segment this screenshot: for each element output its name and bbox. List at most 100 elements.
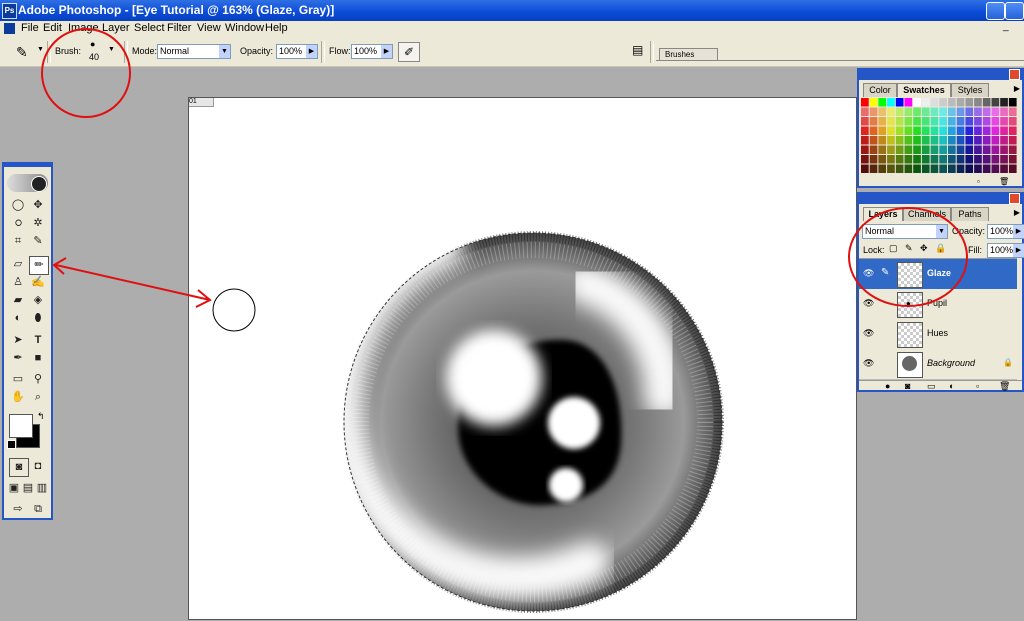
fill-input[interactable]: 100% ▶ [987,243,1024,258]
layer-style-icon[interactable]: ● [885,381,890,391]
swatch[interactable] [904,126,913,136]
swatch[interactable] [861,136,869,145]
palette-menu-icon[interactable]: ▶ [1014,208,1020,217]
swatch[interactable] [948,107,956,117]
swatch[interactable] [1000,126,1008,136]
swatch[interactable] [982,117,991,126]
swatch[interactable] [1008,136,1017,145]
swatch[interactable] [913,164,921,174]
swatch[interactable] [887,164,895,174]
swatch[interactable] [878,117,887,126]
swatch[interactable] [869,126,878,136]
swatch[interactable] [1008,107,1017,117]
swatch[interactable] [921,126,930,136]
new-swatch-icon[interactable]: ▫ [977,177,980,186]
swatch[interactable] [948,145,956,155]
swatch[interactable] [939,164,947,174]
swatch[interactable] [921,145,930,155]
swatch[interactable] [939,107,947,117]
close-icon[interactable] [1009,193,1020,204]
swatch[interactable] [878,155,887,164]
swatch[interactable] [904,98,913,107]
swatch[interactable] [991,155,1000,164]
swatch[interactable] [887,126,895,136]
swatch[interactable] [921,107,930,117]
swatch[interactable] [913,145,921,155]
swatch[interactable] [1008,145,1017,155]
swatch[interactable] [965,136,974,145]
add-mask-icon[interactable]: ◙ [905,381,910,391]
swatch[interactable] [965,107,974,117]
swatch[interactable] [895,164,904,174]
swatch[interactable] [991,145,1000,155]
swatch[interactable] [982,126,991,136]
trash-icon[interactable]: 🗑 [999,177,1009,186]
visibility-eye-icon[interactable]: 👁 [863,358,874,369]
layer-row-background[interactable]: 👁 Background 🔒 [859,349,1017,380]
swatch[interactable] [939,145,947,155]
swatch[interactable] [1008,126,1017,136]
swatch[interactable] [956,107,965,117]
new-layer-icon[interactable]: ▫ [976,381,979,391]
layer-opacity-input[interactable]: 100% ▶ [987,224,1024,239]
tab-paths[interactable]: Paths [951,207,989,221]
swatch[interactable] [1008,164,1017,174]
swatch[interactable] [982,164,991,174]
swatch[interactable] [956,117,965,126]
swatch[interactable] [913,98,921,107]
swatch[interactable] [921,164,930,174]
swatch[interactable] [895,98,904,107]
swatch[interactable] [939,126,947,136]
swatch[interactable] [948,164,956,174]
swatch[interactable] [991,126,1000,136]
swatch[interactable] [956,155,965,164]
swatch[interactable] [991,98,1000,107]
swatch[interactable] [878,164,887,174]
swatch[interactable] [869,155,878,164]
swatch[interactable] [1008,117,1017,126]
visibility-eye-icon[interactable]: 👁 [863,298,874,309]
swatch[interactable] [1008,98,1017,107]
swatch[interactable] [895,145,904,155]
swatch[interactable] [1000,107,1008,117]
swatch[interactable] [930,136,939,145]
swatch[interactable] [982,107,991,117]
swatch[interactable] [930,117,939,126]
swatch[interactable] [930,126,939,136]
swatch[interactable] [939,155,947,164]
swatch[interactable] [948,126,956,136]
swatch[interactable] [974,98,982,107]
swatch[interactable] [878,145,887,155]
swatch[interactable] [887,98,895,107]
swatch[interactable] [930,164,939,174]
swatch[interactable] [956,126,965,136]
swatch[interactable] [921,155,930,164]
swatch[interactable] [1000,145,1008,155]
new-set-icon[interactable]: ▭ [927,381,936,392]
swatch[interactable] [869,98,878,107]
swatch[interactable] [878,107,887,117]
swatch[interactable] [895,117,904,126]
swatch[interactable] [991,117,1000,126]
swatch[interactable] [974,117,982,126]
adjustment-layer-icon[interactable]: ◐ [949,381,954,391]
swatch[interactable] [956,164,965,174]
swatch[interactable] [904,117,913,126]
swatch[interactable] [965,117,974,126]
swatch[interactable] [956,98,965,107]
swatch[interactable] [965,155,974,164]
swatch[interactable] [974,107,982,117]
swatch[interactable] [939,136,947,145]
swatch[interactable] [913,155,921,164]
swatch[interactable] [878,126,887,136]
layer-name[interactable]: Background [927,358,975,368]
swatch[interactable] [861,145,869,155]
swatch[interactable] [861,126,869,136]
palette-titlebar[interactable] [859,193,1022,204]
swatch[interactable] [948,117,956,126]
swatch[interactable] [913,117,921,126]
swatch[interactable] [921,98,930,107]
swatch[interactable] [965,164,974,174]
swatch[interactable] [887,155,895,164]
swatch[interactable] [913,126,921,136]
